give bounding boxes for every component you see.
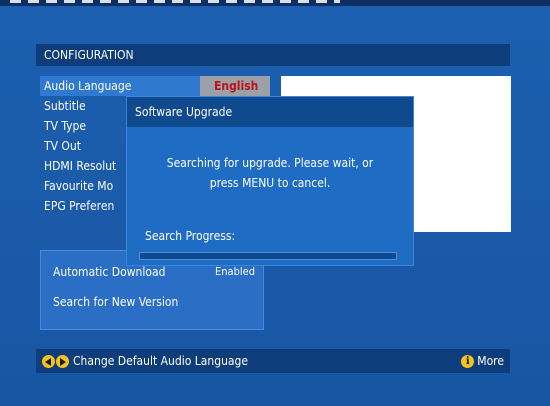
dialog-message-line1: Searching for upgrade. Please wait, or xyxy=(166,156,374,170)
audio-language-value[interactable]: English xyxy=(200,76,270,96)
menu-item-audio-language[interactable]: Audio Language English xyxy=(40,76,270,96)
footer-hint-label: Change Default Audio Language xyxy=(73,354,249,368)
menu-item-label: Favourite Mo xyxy=(44,179,114,193)
menu-item-label: Subtitle xyxy=(44,99,86,113)
more-label: More xyxy=(477,354,504,368)
software-upgrade-dialog: Software Upgrade Searching for upgrade. … xyxy=(126,96,414,266)
menu-item-label: HDMI Resolut xyxy=(44,159,117,173)
left-arrow-icon xyxy=(42,354,55,368)
menu-item-label: Audio Language xyxy=(44,79,132,93)
top-dash-decoration xyxy=(10,0,340,3)
menu-item-label: EPG Preferen xyxy=(44,199,115,213)
tv-screen: CONFIGURATION Audio Language English Sub… xyxy=(0,0,550,406)
info-icon: i xyxy=(461,354,475,368)
page-title: CONFIGURATION xyxy=(36,44,510,66)
dialog-title: Software Upgrade xyxy=(127,97,413,127)
menu-item-label: TV Type xyxy=(44,119,87,133)
menu-item-label: TV Out xyxy=(44,139,81,153)
progress-label: Search Progress: xyxy=(145,229,236,243)
auto-download-value: Enabled xyxy=(215,265,255,278)
right-arrow-icon xyxy=(56,354,69,368)
more-button[interactable]: i More xyxy=(461,349,504,373)
search-new-version-option[interactable]: Search for New Version xyxy=(53,293,178,311)
footer-hint: Change Default Audio Language xyxy=(42,349,248,373)
footer-bar: Change Default Audio Language i More xyxy=(36,349,510,373)
dialog-message-line2: press MENU to cancel. xyxy=(209,176,331,190)
search-progress-bar xyxy=(139,252,397,260)
dialog-message: Searching for upgrade. Please wait, or p… xyxy=(127,153,413,193)
